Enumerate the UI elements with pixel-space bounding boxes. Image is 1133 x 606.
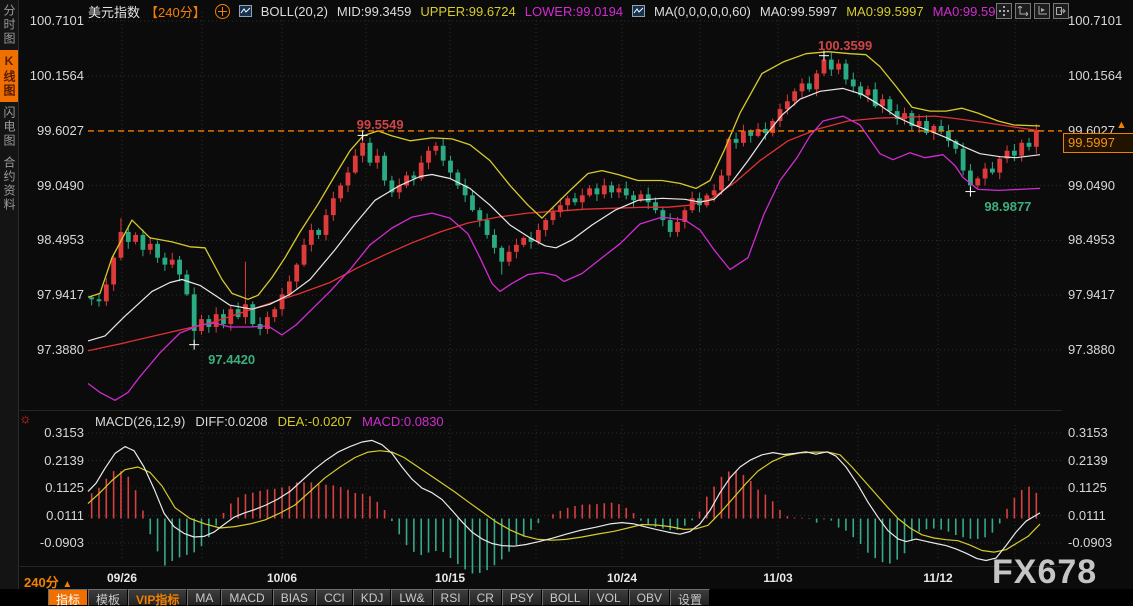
tab-1[interactable]: 模板 (88, 589, 128, 606)
tab-10[interactable]: CR (469, 589, 502, 606)
tab-indicator-active[interactable]: 指标 (48, 589, 88, 606)
ma-indicator-icon[interactable] (632, 5, 645, 17)
left-sidebar: 分时图 K线图 闪电图 合约资料 (0, 0, 19, 606)
tab-8[interactable]: LW& (391, 589, 432, 606)
chart-window-controls (996, 3, 1069, 19)
boll-mid-value: MID:99.3459 (337, 4, 411, 19)
symbol-name: 美元指数 (88, 2, 140, 21)
macd-header: MACD(26,12,9) DIFF:0.0208 DEA:-0.0207 MA… (95, 414, 444, 429)
export-icon[interactable] (1053, 3, 1069, 19)
kline-macd-canvas[interactable] (0, 0, 1133, 606)
sidebar-item-contract-info[interactable]: 合约资料 (0, 152, 18, 216)
chart-header: 美元指数 【240分】 BOLL(20,2) MID:99.3459 UPPER… (88, 3, 1010, 19)
indicator-tabbar: 指标模板VIP指标MAMACDBIASCCIKDJLW&RSICRPSYBOLL… (0, 589, 1133, 606)
tab-4[interactable]: MACD (221, 589, 272, 606)
watermark: FX678 (992, 553, 1097, 592)
last-price-badge: 99.5997 (1063, 133, 1133, 153)
macd-diff-value: DIFF:0.0208 (195, 414, 267, 429)
sidebar-item-kline-chart[interactable]: K线图 (0, 50, 18, 102)
tab-5[interactable]: BIAS (273, 589, 316, 606)
tab-9[interactable]: RSI (433, 589, 469, 606)
macd-dea-value: DEA:-0.0207 (278, 414, 352, 429)
add-compare-icon[interactable] (215, 4, 230, 19)
period-text: 240分 (24, 575, 59, 590)
ma-value-1: MA0:99.5997 (760, 4, 837, 19)
boll-title: BOLL(20,2) (261, 4, 328, 19)
tab-15[interactable]: 设置 (670, 589, 710, 606)
price-extreme-annotation: 97.4420 (208, 352, 255, 367)
sidebar-item-timeline-chart[interactable]: 分时图 (0, 0, 18, 50)
trading-terminal: 分时图 K线图 闪电图 合约资料 美元指数 【240分】 BOLL(20,2) … (0, 0, 1133, 606)
boll-indicator-icon[interactable] (239, 5, 252, 17)
ma-value-2: MA0:99.5997 (846, 4, 923, 19)
price-extreme-annotation: 98.9877 (984, 199, 1031, 214)
tab-2[interactable]: VIP指标 (128, 589, 187, 606)
boll-lower-value: LOWER:99.0194 (525, 4, 623, 19)
axis-play-icon[interactable] (1034, 3, 1050, 19)
ma-title: MA(0,0,0,0,0,60) (654, 4, 751, 19)
tab-12[interactable]: BOLL (542, 589, 589, 606)
macd-macd-value: MACD:0.0830 (362, 414, 444, 429)
price-extreme-annotation: 100.3599 (818, 38, 872, 53)
sidebar-item-flash-chart[interactable]: 闪电图 (0, 102, 18, 152)
tab-14[interactable]: OBV (629, 589, 670, 606)
period-label[interactable]: 【240分】 (145, 2, 206, 21)
tab-3[interactable]: MA (187, 589, 221, 606)
boll-upper-value: UPPER:99.6724 (420, 4, 515, 19)
tab-13[interactable]: VOL (589, 589, 629, 606)
price-pin-icon[interactable]: ▲ (1116, 119, 1127, 131)
tab-11[interactable]: PSY (502, 589, 542, 606)
layout-icon[interactable] (996, 3, 1012, 19)
tab-7[interactable]: KDJ (353, 589, 392, 606)
tab-6[interactable]: CCI (316, 589, 353, 606)
axis-scale-icon[interactable] (1015, 3, 1031, 19)
macd-panel-icon[interactable]: ☼ (19, 411, 32, 425)
price-extreme-annotation: 99.5549 (357, 117, 404, 132)
macd-title: MACD(26,12,9) (95, 414, 185, 429)
